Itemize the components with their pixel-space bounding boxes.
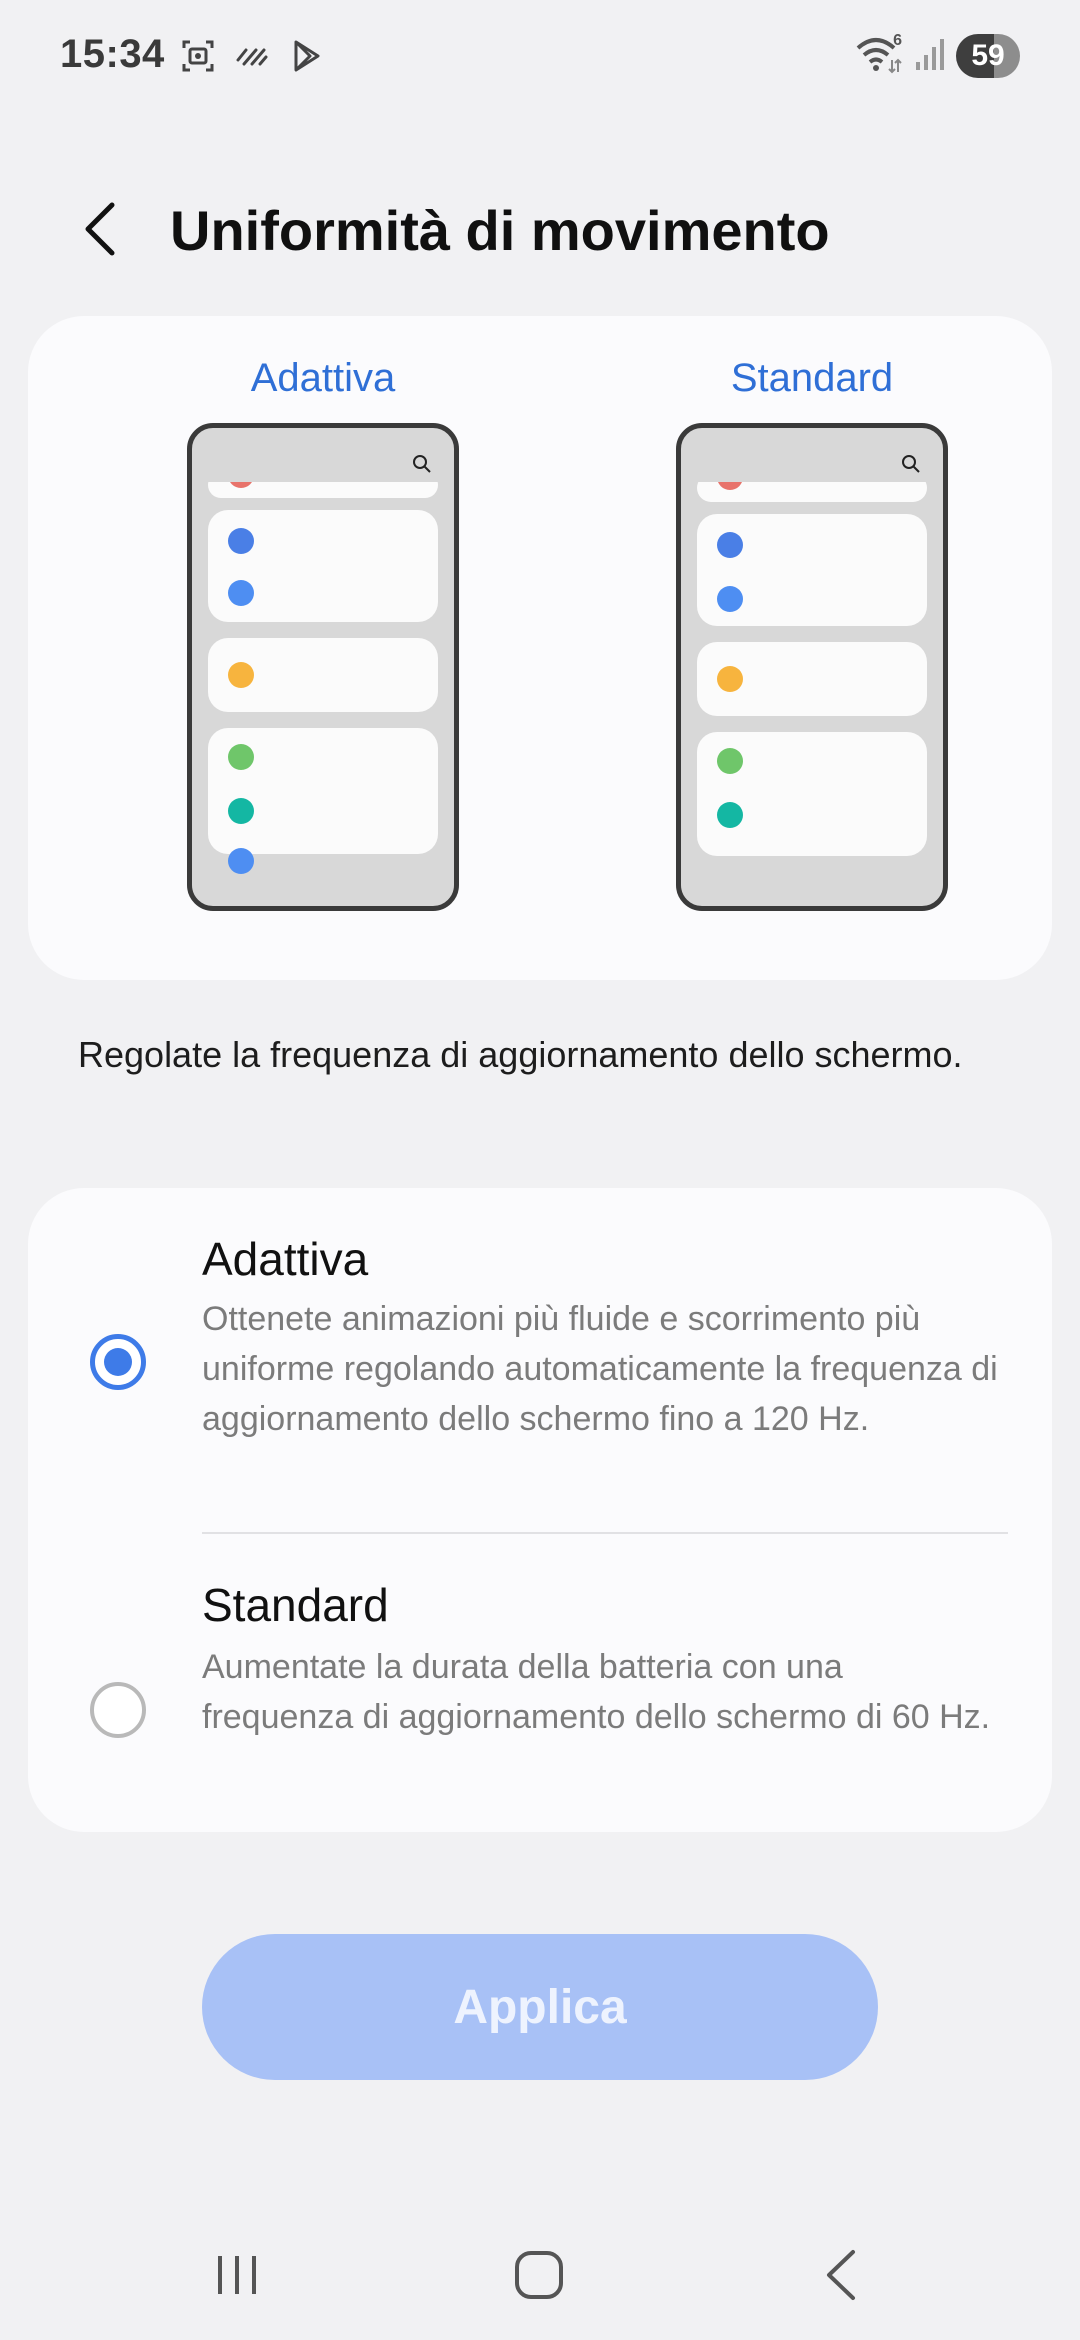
play-store-icon xyxy=(286,36,326,76)
apply-button[interactable]: Applica xyxy=(202,1934,878,2080)
preview-label-adaptive: Adattiva xyxy=(250,356,396,400)
navigation-bar xyxy=(0,2210,1080,2340)
wifi-badge: 6 xyxy=(893,32,902,49)
option-adaptive[interactable]: Adattiva Ottenete animazioni più fluide … xyxy=(28,1188,1052,1534)
option-desc-adaptive: Ottenete animazioni più fluide e scorrim… xyxy=(202,1300,998,1438)
battery-indicator: 59 xyxy=(956,34,1020,78)
preview-standard: Standard xyxy=(662,356,962,911)
phone-illustration xyxy=(187,423,459,911)
divider xyxy=(202,1532,1008,1534)
nav-back-button[interactable] xyxy=(796,2230,886,2320)
radio-standard[interactable] xyxy=(90,1682,146,1738)
status-time: 15:34 xyxy=(60,32,165,76)
preview-card: Adattiva Standard xyxy=(28,316,1052,980)
back-icon xyxy=(827,2250,855,2300)
recent-apps-icon xyxy=(218,2256,256,2294)
page-title: Uniformità di movimento xyxy=(170,199,830,262)
home-icon xyxy=(515,2251,563,2299)
refresh-rate-options: Adattiva Ottenete animazioni più fluide … xyxy=(28,1188,1052,1832)
data-saver-icon xyxy=(232,36,272,76)
phone-illustration xyxy=(676,423,948,911)
option-title-adaptive: Adattiva xyxy=(202,1233,369,1285)
preview-adaptive: Adattiva xyxy=(173,356,473,911)
screenshot-icon xyxy=(178,36,218,76)
page-header: Uniformità di movimento xyxy=(0,180,1080,280)
status-bar: 15:34 6 59 xyxy=(0,0,1080,116)
status-system-icons: 6 59 xyxy=(856,32,1020,78)
radio-adaptive[interactable] xyxy=(90,1334,146,1390)
option-title-standard: Standard xyxy=(202,1579,389,1631)
search-icon xyxy=(902,455,920,473)
search-icon xyxy=(413,455,431,473)
back-button[interactable] xyxy=(70,194,130,264)
wifi-icon: 6 xyxy=(856,32,902,76)
preview-label-standard: Standard xyxy=(730,356,894,400)
option-standard[interactable]: Standard Aumentate la durata della batte… xyxy=(28,1536,1052,1832)
signal-icon xyxy=(914,36,944,77)
status-notification-icons xyxy=(178,36,326,76)
home-button[interactable] xyxy=(494,2230,584,2320)
option-desc-standard: Aumentate la durata della batteria con u… xyxy=(202,1648,991,1736)
chevron-left-icon xyxy=(85,202,115,256)
recent-apps-button[interactable] xyxy=(192,2230,282,2320)
screen-description: Regolate la frequenza di aggiornamento d… xyxy=(78,1034,963,1075)
